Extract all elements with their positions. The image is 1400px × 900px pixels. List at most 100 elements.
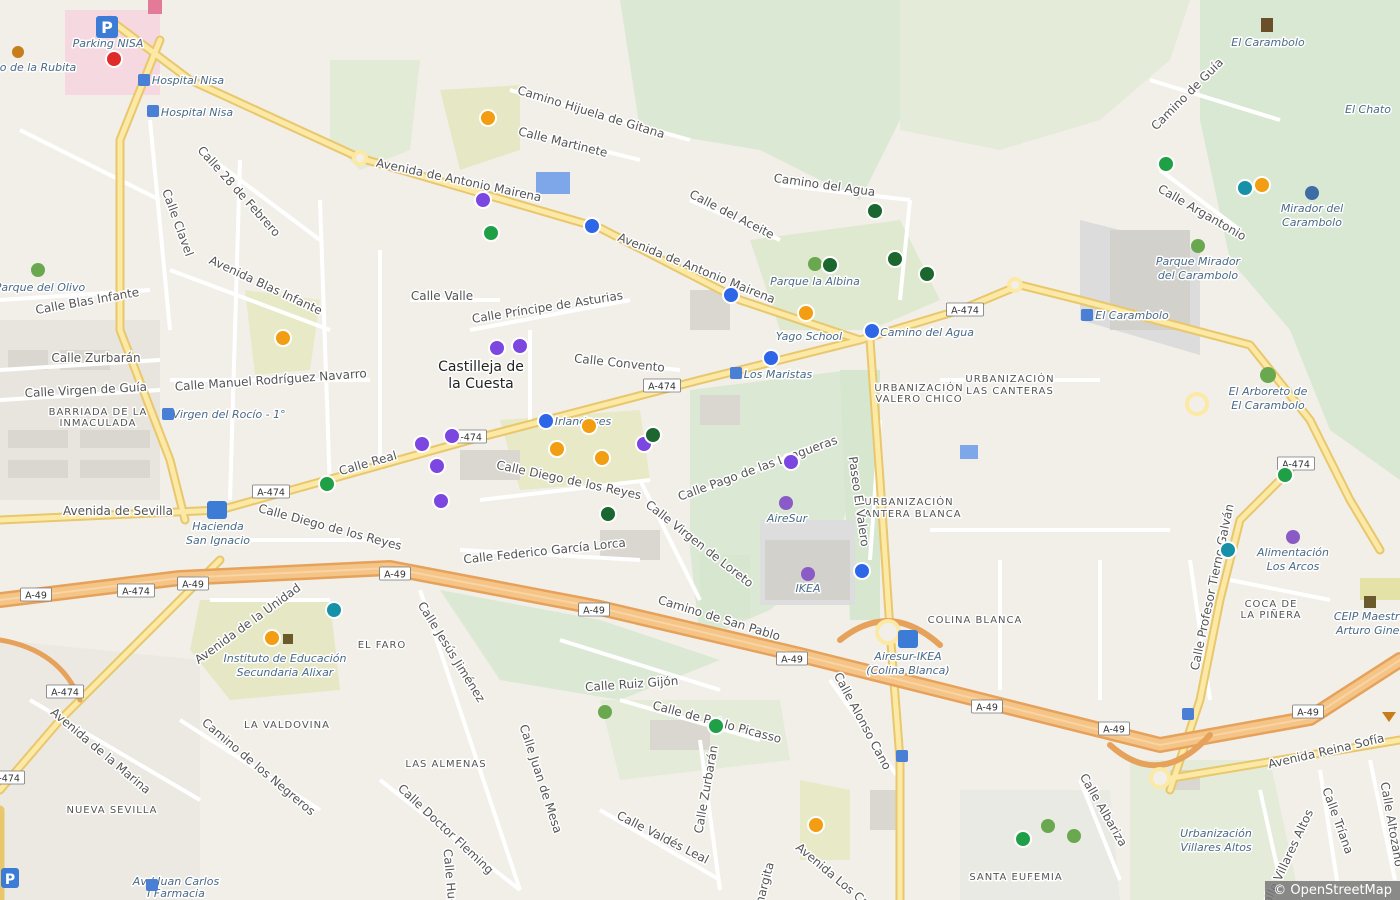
location-marker[interactable]	[318, 475, 336, 493]
road-shield-label: A-49	[583, 606, 605, 617]
location-marker[interactable]	[722, 286, 740, 304]
location-marker[interactable]	[853, 562, 871, 580]
hospital-icon[interactable]	[148, 0, 162, 14]
park-icon[interactable]	[808, 257, 822, 271]
place-label: Instituto de Educación	[224, 652, 347, 665]
location-marker[interactable]	[105, 50, 123, 68]
restaurant-icon[interactable]	[12, 46, 24, 58]
location-marker[interactable]	[821, 256, 839, 274]
location-marker[interactable]	[413, 435, 431, 453]
castle-icon[interactable]	[1261, 18, 1273, 32]
location-marker[interactable]	[593, 449, 611, 467]
park-icon[interactable]	[1067, 829, 1081, 843]
place-label: NUEVA SEVILLA	[66, 805, 157, 816]
location-marker[interactable]	[511, 337, 529, 355]
garden-icon[interactable]	[1260, 367, 1276, 383]
place-label: SANTA EUFEMIA	[969, 872, 1062, 883]
place-label: Mirador del	[1281, 202, 1343, 215]
place-label: URBANIZACIÓN	[874, 381, 963, 394]
parking-icon[interactable]: P	[96, 16, 118, 38]
park-icon[interactable]	[1191, 239, 1205, 253]
place-label: la Cuesta	[448, 376, 514, 392]
place-label: BARRIADA DE LA	[49, 407, 148, 418]
school-icon[interactable]	[1364, 596, 1376, 608]
location-marker[interactable]	[263, 629, 281, 647]
map-attribution[interactable]: © OpenStreetMap	[1265, 881, 1400, 900]
viewpoint-icon[interactable]	[1305, 186, 1319, 200]
bus-stop-icon[interactable]	[1081, 309, 1093, 321]
location-marker[interactable]	[599, 505, 617, 523]
parking-icon[interactable]: P	[1, 868, 19, 888]
street-label: Avenida Reina Sofía	[1267, 731, 1386, 771]
park-icon[interactable]	[31, 263, 45, 277]
location-marker[interactable]	[325, 601, 343, 619]
park-icon[interactable]	[598, 705, 612, 719]
road-shield-label: A-474	[51, 688, 79, 699]
bus-stop-icon[interactable]	[896, 750, 908, 762]
location-marker[interactable]	[479, 109, 497, 127]
road-shield-label: A-49	[25, 591, 47, 602]
location-marker[interactable]	[1157, 155, 1175, 173]
furniture-shop-icon[interactable]	[801, 567, 815, 581]
location-marker[interactable]	[1219, 541, 1237, 559]
road-shield-label: A-474	[951, 306, 979, 317]
location-marker[interactable]	[707, 717, 725, 735]
location-marker[interactable]	[762, 349, 780, 367]
location-marker[interactable]	[428, 457, 446, 475]
road-shield: A-49	[20, 587, 52, 602]
place-label: VALERO CHICO	[875, 394, 962, 405]
school-icon[interactable]	[283, 634, 293, 644]
location-marker[interactable]	[443, 427, 461, 445]
location-marker[interactable]	[432, 492, 450, 510]
road-shield-label: A-49	[976, 703, 998, 714]
street-label: Calle del Aceite	[687, 187, 776, 242]
location-marker[interactable]	[537, 412, 555, 430]
location-marker[interactable]	[863, 322, 881, 340]
bus-stop-icon[interactable]	[162, 408, 174, 420]
location-marker[interactable]	[548, 440, 566, 458]
bus-station-icon[interactable]	[898, 630, 918, 648]
park-icon[interactable]	[1041, 819, 1055, 833]
location-marker[interactable]	[482, 224, 500, 242]
bus-stop-icon[interactable]	[147, 105, 159, 117]
location-marker[interactable]	[274, 329, 292, 347]
place-label: AireSur	[766, 512, 809, 525]
place-label: Parque Mirador	[1156, 255, 1242, 268]
place-label: URBANIZACIÓN	[965, 372, 1054, 385]
bus-stop-icon[interactable]	[138, 74, 150, 86]
shop-icon[interactable]	[779, 496, 793, 510]
street-label: Calle Valle	[411, 289, 473, 303]
street-label: Calle Tríana	[1319, 785, 1356, 855]
bar-icon[interactable]	[1382, 712, 1396, 722]
location-marker[interactable]	[1014, 830, 1032, 848]
bus-stop-icon[interactable]	[1182, 708, 1194, 720]
location-marker[interactable]	[1253, 176, 1271, 194]
location-marker[interactable]	[866, 202, 884, 220]
street-label: Calle Juan de Mesa	[517, 723, 565, 835]
shop-icon[interactable]	[1286, 530, 1300, 544]
place-label: Castilleja de	[438, 359, 524, 375]
road-shield: A-49	[578, 602, 610, 617]
road-shield: A-474	[946, 302, 984, 317]
bus-station-icon[interactable]	[207, 501, 227, 519]
map-canvas[interactable]: Parking NISA o de la Rubita Hospital Nisa H…	[0, 0, 1400, 900]
location-marker[interactable]	[488, 339, 506, 357]
bus-stop-icon[interactable]	[730, 367, 742, 379]
location-marker[interactable]	[782, 453, 800, 471]
location-marker[interactable]	[583, 217, 601, 235]
location-marker[interactable]	[797, 304, 815, 322]
place-label: Yago School	[776, 330, 842, 343]
location-marker[interactable]	[886, 250, 904, 268]
location-marker[interactable]	[644, 426, 662, 444]
land-use-layer	[0, 0, 1400, 900]
location-marker[interactable]	[1276, 466, 1294, 484]
place-label: (Colina Blanca)	[866, 664, 949, 677]
bus-stop-icon[interactable]	[146, 879, 158, 891]
location-marker[interactable]	[918, 265, 936, 283]
location-marker[interactable]	[807, 816, 825, 834]
place-label: San Ignacio	[186, 534, 250, 547]
location-marker[interactable]	[474, 191, 492, 209]
location-marker[interactable]	[1236, 179, 1254, 197]
location-marker[interactable]	[580, 417, 598, 435]
street-label: Calle Zurbarán	[51, 351, 140, 365]
